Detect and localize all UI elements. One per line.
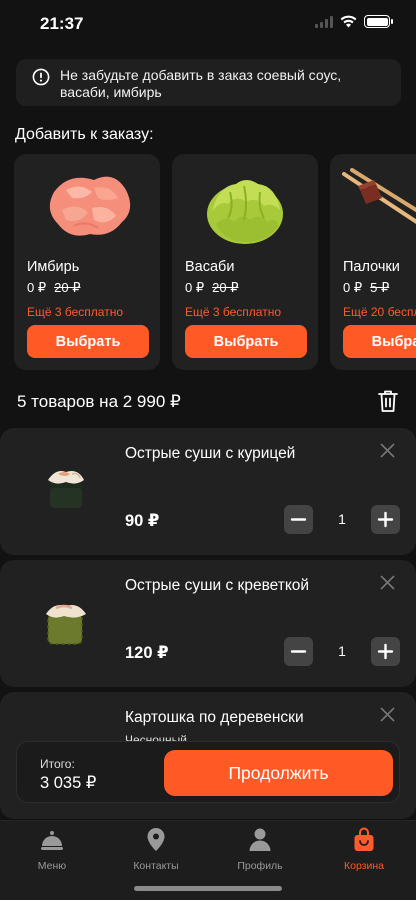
item-price: 90 ₽ [125,512,160,530]
cart-item: Острые суши с курицей 90 ₽ 1 [0,428,416,555]
checkout-panel: Итого: 3 035 ₽ Продолжить [16,741,400,803]
addon-free-note: Ещё 3 бесплатно [185,305,282,319]
sushi-shrimp-image [46,604,86,645]
chopsticks-image [342,168,416,224]
addon-old-price: 20 ₽ [212,280,239,295]
item-title: Острые суши с креветкой [125,577,310,594]
home-indicator [134,886,282,891]
tab-label: Профиль [237,860,283,872]
continue-button[interactable]: Продолжить [164,750,393,796]
increase-quantity-button[interactable] [371,637,400,666]
location-pin-icon [147,828,165,851]
wasabi-image [207,180,283,244]
tab-menu[interactable]: Меню [0,827,104,873]
tab-label: Корзина [344,860,384,872]
addon-card-chopsticks[interactable]: Палочки 0 ₽ 5 ₽ Ещё 20 бесплатно Выбрать [330,154,416,370]
tab-cart[interactable]: Корзина [312,827,416,873]
addon-price: 0 ₽ [185,280,205,295]
tab-contacts[interactable]: Контакты [104,827,208,873]
addon-card-ginger[interactable]: Имбирь 0 ₽ 20 ₽ Ещё 3 бесплатно Выбрать [14,154,160,370]
item-quantity: 1 [338,643,346,659]
close-icon[interactable] [380,443,395,458]
addon-free-note: Ещё 3 бесплатно [27,305,124,319]
item-title: Картошка по деревенски [125,709,304,726]
tab-profile[interactable]: Профиль [208,827,312,873]
addon-prices: 0 ₽ 5 ₽ [343,280,389,296]
addons-carousel[interactable]: Имбирь 0 ₽ 20 ₽ Ещё 3 бесплатно Выбрать В… [14,154,416,370]
addon-old-price: 20 ₽ [54,280,81,295]
select-chopsticks-button[interactable]: Выбрать [343,325,416,358]
tab-label: Контакты [133,860,179,872]
status-time: 21:37 [40,14,84,33]
addon-card-wasabi[interactable]: Васаби 0 ₽ 20 ₽ Ещё 3 бесплатно Выбрать [172,154,318,370]
item-quantity: 1 [338,511,346,527]
notice-text: Не забудьте добавить в заказ соевый соус… [60,67,342,100]
item-price: 120 ₽ [125,644,169,662]
addon-name: Имбирь [27,259,80,275]
plus-icon [377,643,394,660]
addon-free-note: Ещё 20 бесплатно [343,305,416,319]
battery-icon [364,15,393,28]
addons-title: Добавить к заказу: [15,126,154,143]
wifi-icon [340,15,357,28]
person-icon [249,828,271,851]
decrease-quantity-button[interactable] [284,505,313,534]
minus-icon [290,650,307,653]
signal-icon [315,15,333,28]
cloche-icon [41,831,63,850]
select-ginger-button[interactable]: Выбрать [27,325,149,358]
close-icon[interactable] [380,575,395,590]
close-icon[interactable] [380,707,395,722]
info-icon [32,68,50,86]
increase-quantity-button[interactable] [371,505,400,534]
status-indicators [315,15,393,28]
addon-prices: 0 ₽ 20 ₽ [27,280,80,296]
cart-summary: 5 товаров на 2 990 ₽ [17,392,181,411]
status-bar: 21:37 [0,0,416,48]
select-wasabi-button[interactable]: Выбрать [185,325,307,358]
addon-price: 0 ₽ [343,280,363,295]
ginger-image [49,176,131,236]
item-title: Острые суши с курицей [125,445,296,462]
tab-label: Меню [37,860,67,872]
addon-name: Палочки [343,259,400,275]
addon-price: 0 ₽ [27,280,47,295]
addon-prices: 0 ₽ 20 ₽ [185,280,238,296]
total-label: Итого: [40,757,75,771]
addon-name: Васаби [185,259,235,275]
sushi-chicken-image [48,471,84,508]
shopping-bag-icon [354,827,374,851]
decrease-quantity-button[interactable] [284,637,313,666]
reminder-notice: Не забудьте добавить в заказ соевый соус… [16,59,401,106]
plus-icon [377,511,394,528]
addon-old-price: 5 ₽ [370,280,390,295]
trash-icon[interactable] [377,389,399,413]
cart-item: Острые суши с креветкой 120 ₽ 1 [0,560,416,687]
minus-icon [290,518,307,521]
total-amount: 3 035 ₽ [40,774,97,792]
